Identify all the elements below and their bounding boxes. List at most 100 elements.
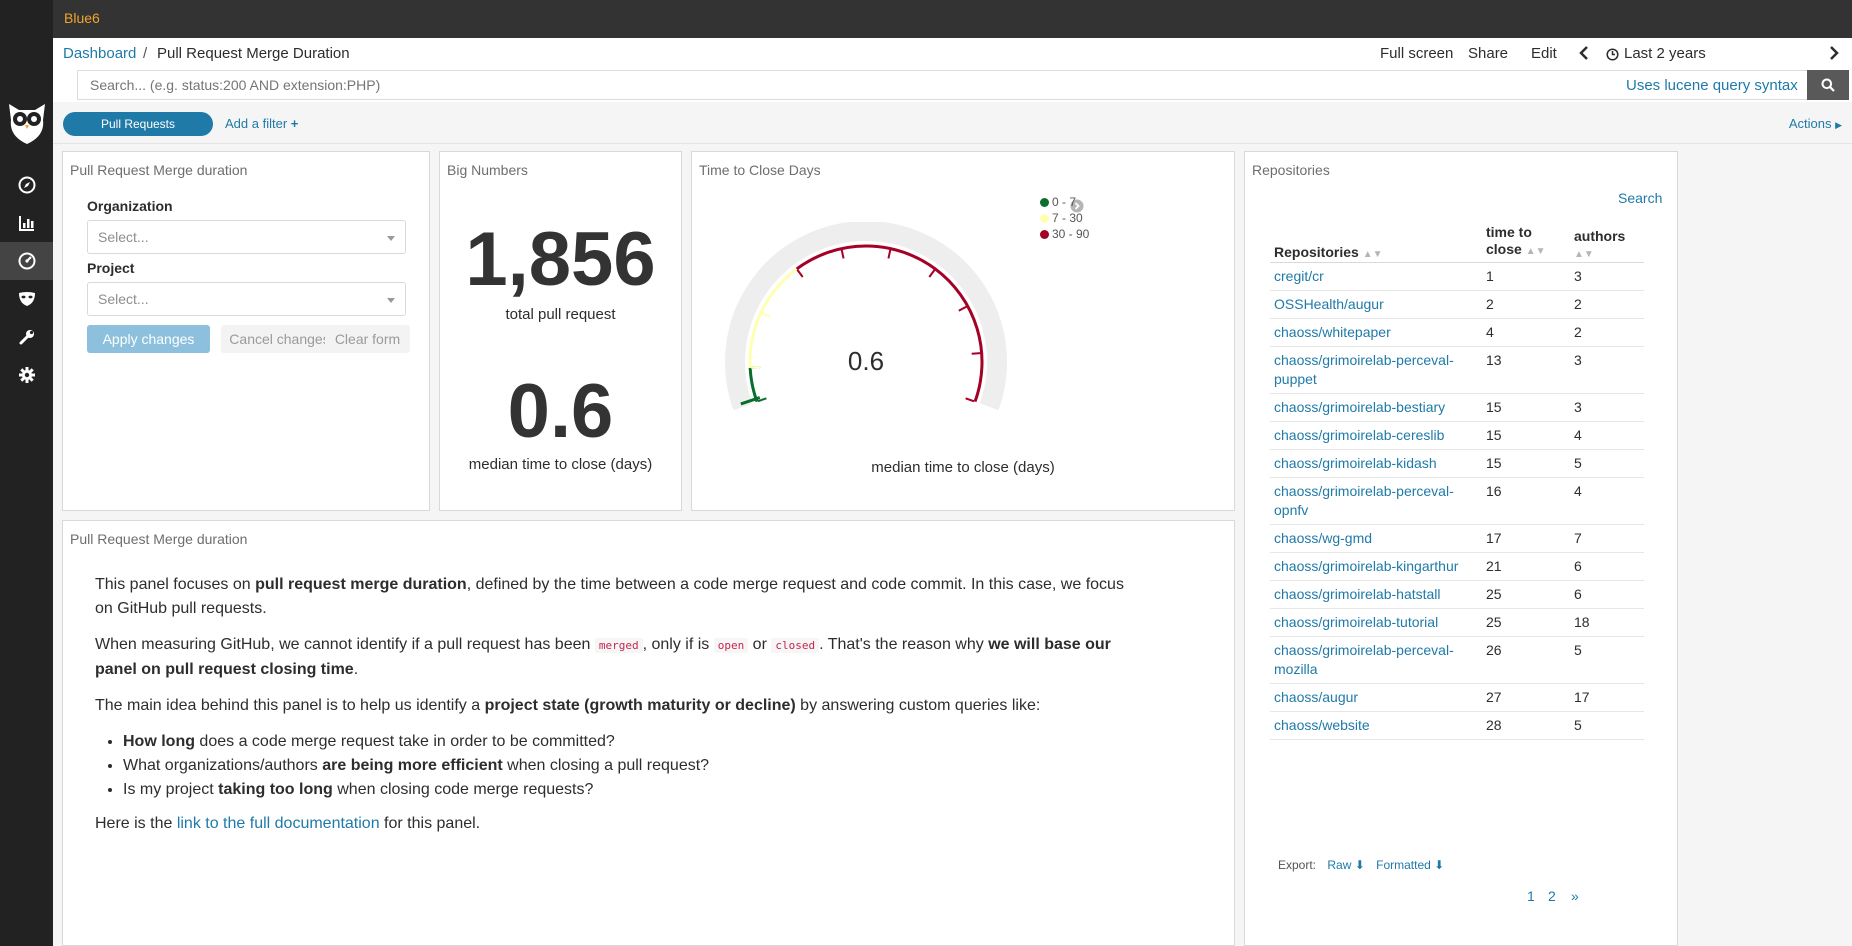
compass-icon[interactable] bbox=[0, 166, 53, 204]
dashboard-grid: Pull Request Merge duration Organization… bbox=[53, 144, 1852, 946]
big-numbers-panel: Big Numbers 1,856 total pull request 0.6… bbox=[439, 151, 682, 511]
repositories-panel: Repositories Search Repositories ▲▼ time… bbox=[1244, 151, 1678, 946]
gauge-chart: 0.6 bbox=[725, 222, 1007, 411]
sort-icon: ▲▼ bbox=[1362, 249, 1383, 260]
project-select[interactable]: Select... bbox=[87, 282, 406, 316]
organization-label: Organization bbox=[87, 198, 173, 214]
search-input[interactable] bbox=[77, 70, 1825, 100]
time-range-picker[interactable]: Last 2 years bbox=[1624, 45, 1706, 62]
organization-select[interactable]: Select... bbox=[87, 220, 406, 254]
chevron-right-icon[interactable] bbox=[1829, 46, 1839, 64]
paragraph: The main idea behind this panel is to he… bbox=[95, 694, 1145, 718]
median-time-value: 0.6 bbox=[507, 369, 614, 454]
mask-icon[interactable] bbox=[0, 280, 53, 318]
legend-item[interactable]: 0 - 7 bbox=[1040, 195, 1076, 209]
download-icon: ⬇ bbox=[1434, 858, 1445, 872]
repo-link[interactable]: chaoss/grimoirelab-kingarthur bbox=[1270, 552, 1482, 581]
search-icon bbox=[1821, 78, 1835, 92]
export-formatted-link[interactable]: Formatted ⬇ bbox=[1376, 858, 1444, 872]
export-raw-link[interactable]: Raw ⬇ bbox=[1327, 858, 1364, 872]
documentation-link[interactable]: link to the full documentation bbox=[177, 815, 380, 832]
repo-link[interactable]: chaoss/grimoirelab-hatstall bbox=[1270, 580, 1482, 609]
dashboard-gauge-icon[interactable] bbox=[0, 242, 53, 280]
text: The main idea behind this panel is to he… bbox=[95, 697, 485, 714]
authors-cell: 17 bbox=[1570, 683, 1644, 712]
table-search-link[interactable]: Search bbox=[1618, 190, 1662, 206]
column-header-time-to-close[interactable]: time to close ▲▼ bbox=[1482, 222, 1570, 263]
add-filter-button[interactable]: Add a filter + bbox=[225, 116, 298, 131]
column-header-authors[interactable]: authors ▲▼ bbox=[1570, 222, 1644, 263]
authors-cell: 7 bbox=[1570, 524, 1644, 553]
text: When measuring GitHub, we cannot identif… bbox=[95, 636, 595, 653]
sort-icon: ▲▼ bbox=[1525, 246, 1546, 257]
repo-link[interactable]: chaoss/grimoirelab-cereslib bbox=[1270, 421, 1482, 450]
cancel-changes-button[interactable]: Cancel changes bbox=[221, 325, 338, 353]
wrench-icon[interactable] bbox=[0, 318, 53, 356]
text: by answering custom queries like: bbox=[795, 697, 1041, 714]
apply-changes-button[interactable]: Apply changes bbox=[87, 325, 210, 353]
pagination-page-2[interactable]: 2 bbox=[1548, 888, 1556, 904]
edit-button[interactable]: Edit bbox=[1531, 45, 1557, 62]
export-raw-label: Raw bbox=[1327, 858, 1352, 872]
pagination-next[interactable]: » bbox=[1571, 888, 1579, 904]
authors-cell: 18 bbox=[1570, 608, 1644, 637]
repo-link[interactable]: chaoss/grimoirelab-perceval-puppet bbox=[1270, 346, 1482, 394]
bold-text: pull request merge duration bbox=[255, 576, 467, 593]
repo-link[interactable]: chaoss/whitepaper bbox=[1270, 318, 1482, 347]
filter-pill-pull-requests[interactable]: Pull Requests bbox=[63, 112, 213, 136]
table-row: chaoss/wg-gmd 17 7 bbox=[1270, 524, 1644, 553]
time-to-close-cell: 2 bbox=[1482, 290, 1570, 319]
repositories-table: Repositories ▲▼ time to close ▲▼ authors… bbox=[1270, 222, 1644, 740]
repo-link[interactable]: chaoss/grimoirelab-perceval-opnfv bbox=[1270, 477, 1482, 525]
pagination-page-1[interactable]: 1 bbox=[1527, 888, 1535, 904]
authors-cell: 4 bbox=[1570, 477, 1644, 525]
filter-bar: Pull Requests Add a filter + Actions ▶ bbox=[53, 102, 1852, 144]
list-item: Is my project taking too long when closi… bbox=[123, 778, 1145, 802]
text: Is my project bbox=[123, 781, 219, 798]
table-header-row: Repositories ▲▼ time to close ▲▼ authors… bbox=[1270, 222, 1644, 263]
authors-cell: 5 bbox=[1570, 449, 1644, 478]
text: , only if is bbox=[642, 636, 714, 653]
authors-cell: 2 bbox=[1570, 290, 1644, 319]
paragraph: Here is the link to the full documentati… bbox=[95, 812, 1145, 836]
legend-label: 0 - 7 bbox=[1052, 195, 1077, 209]
owl-logo-icon[interactable] bbox=[0, 88, 53, 156]
search-button[interactable] bbox=[1807, 70, 1849, 100]
gauge-tick bbox=[887, 249, 892, 259]
panel-title: Pull Request Merge duration bbox=[70, 531, 248, 547]
repo-link[interactable]: chaoss/grimoirelab-kidash bbox=[1270, 449, 1482, 478]
authors-cell: 5 bbox=[1570, 711, 1644, 740]
repo-link[interactable]: OSSHealth/augur bbox=[1270, 290, 1482, 319]
share-button[interactable]: Share bbox=[1468, 45, 1508, 62]
time-to-close-cell: 4 bbox=[1482, 318, 1570, 347]
repo-link[interactable]: chaoss/wg-gmd bbox=[1270, 524, 1482, 553]
text: . bbox=[353, 661, 359, 678]
actions-label: Actions bbox=[1788, 116, 1832, 131]
repo-link[interactable]: chaoss/augur bbox=[1270, 683, 1482, 712]
lucene-syntax-link[interactable]: Uses lucene query syntax bbox=[1626, 77, 1798, 94]
breadcrumb-dashboard-link[interactable]: Dashboard bbox=[63, 45, 136, 62]
repo-link[interactable]: chaoss/website bbox=[1270, 711, 1482, 740]
repo-link[interactable]: cregit/cr bbox=[1270, 262, 1482, 291]
bar-chart-icon[interactable] bbox=[0, 204, 53, 242]
repo-link[interactable]: chaoss/grimoirelab-bestiary bbox=[1270, 393, 1482, 422]
chevron-left-icon[interactable] bbox=[1579, 46, 1589, 64]
full-screen-button[interactable]: Full screen bbox=[1380, 45, 1453, 62]
column-header-repositories-label: Repositories bbox=[1274, 244, 1359, 260]
brand-title[interactable]: Blue6 bbox=[64, 10, 100, 26]
repo-link[interactable]: chaoss/grimoirelab-tutorial bbox=[1270, 608, 1482, 637]
clear-form-button[interactable]: Clear form bbox=[325, 325, 410, 353]
time-to-close-cell: 21 bbox=[1482, 552, 1570, 581]
plus-icon: + bbox=[290, 116, 299, 131]
legend-swatch bbox=[1040, 198, 1049, 207]
table-row: chaoss/grimoirelab-perceval-mozilla 26 5 bbox=[1270, 636, 1644, 684]
paragraph: When measuring GitHub, we cannot identif… bbox=[95, 633, 1145, 682]
gear-icon[interactable] bbox=[0, 356, 53, 394]
description-panel: Pull Request Merge duration This panel f… bbox=[62, 520, 1235, 946]
actions-menu[interactable]: Actions ▶ bbox=[1789, 116, 1842, 131]
authors-cell: 4 bbox=[1570, 421, 1644, 450]
column-header-repositories[interactable]: Repositories ▲▼ bbox=[1270, 222, 1482, 263]
gauge-range-band bbox=[748, 367, 759, 403]
repo-link[interactable]: chaoss/grimoirelab-perceval-mozilla bbox=[1270, 636, 1482, 684]
authors-cell: 5 bbox=[1570, 636, 1644, 684]
